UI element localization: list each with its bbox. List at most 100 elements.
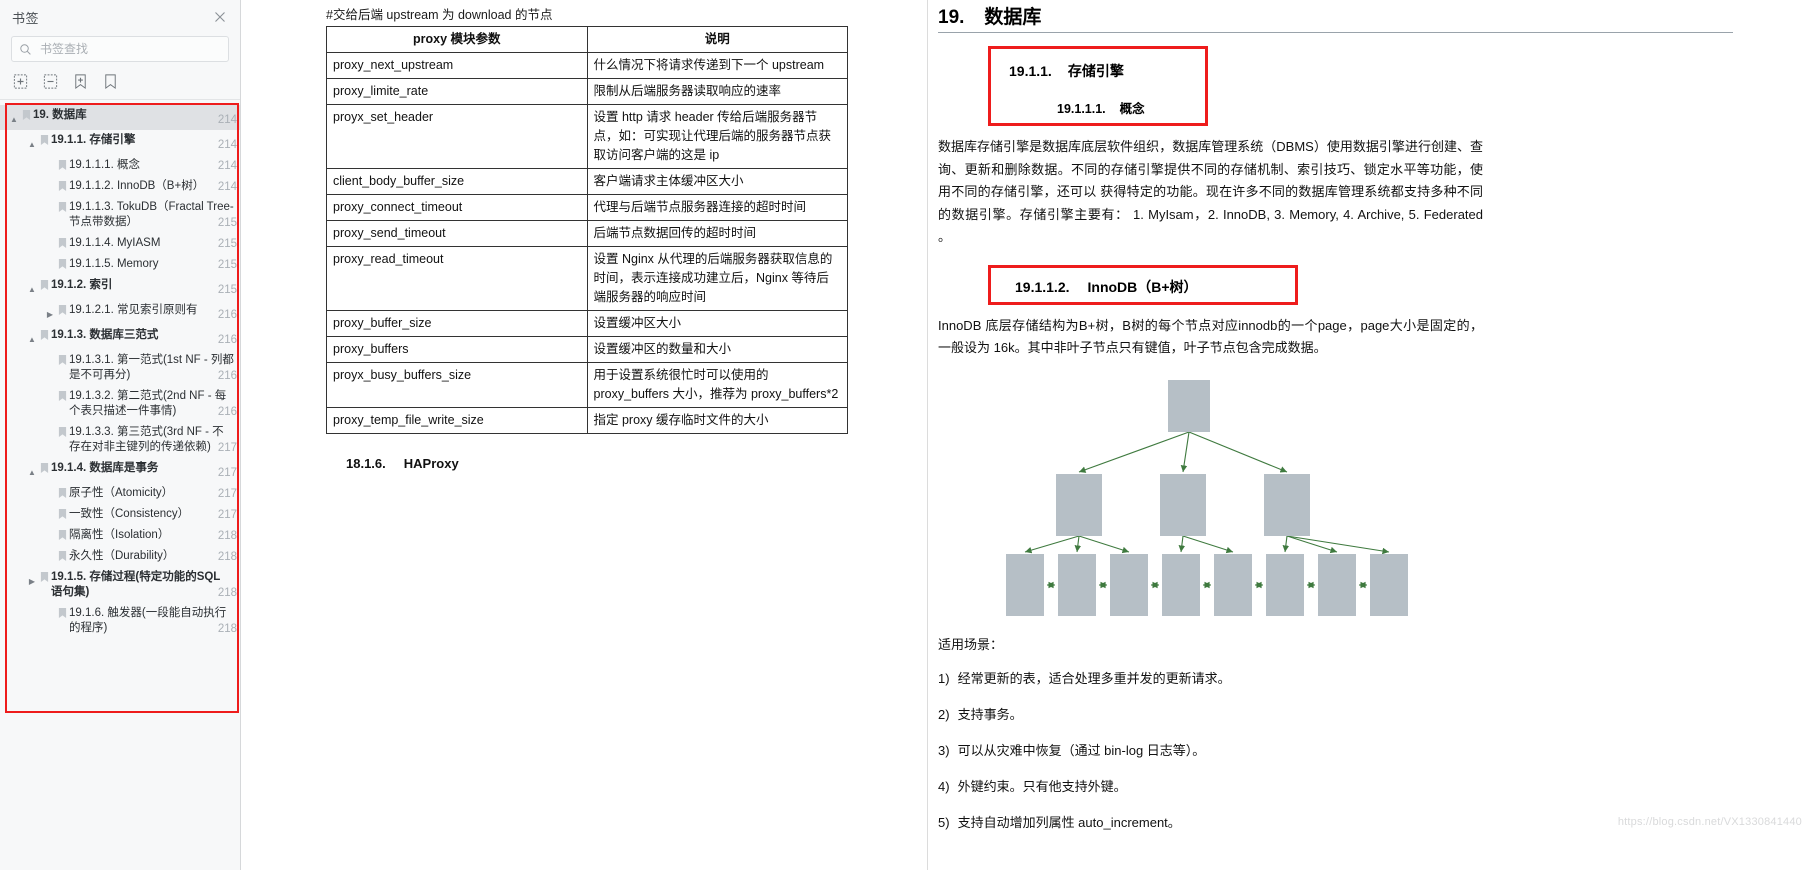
tree-twisty-icon[interactable] — [44, 425, 56, 429]
tree-twisty-icon[interactable] — [44, 158, 56, 162]
search-container — [0, 34, 240, 62]
tree-item-label: 19.1.3. 数据库三范式 — [51, 329, 159, 341]
heading-1-title: 数据库 — [984, 7, 1042, 28]
tree-item[interactable]: 19.1.1.5. Memory 215 — [0, 254, 240, 275]
list-item-text: 可以从灾难中恢复（通过 bin-log 日志等）。 — [957, 742, 1206, 758]
tree-node — [1370, 553, 1408, 616]
table-header-cell: 说明 — [586, 26, 848, 53]
bookmark-icon — [38, 133, 51, 146]
tree-twisty-icon[interactable]: ▲ — [26, 328, 38, 347]
tree-node — [1318, 553, 1356, 616]
parameter-name-cell: proyx_busy_buffers_size — [326, 362, 588, 408]
tree-item-label: 19.1.6. 触发器(一段能自动执行的程序) — [69, 607, 227, 634]
tree-item[interactable]: 19.1.1.4. MyIASM 215 — [0, 233, 240, 254]
tree-twisty-icon[interactable]: ▲ — [26, 133, 38, 152]
tree-item-page: 218 — [217, 551, 237, 563]
tree-twisty-icon[interactable] — [44, 257, 56, 261]
tree-item[interactable]: ▶ 19.1.5. 存储过程(特定功能的SQL 语句集) 218 — [0, 567, 240, 603]
tree-item[interactable]: ▲ 19. 数据库 214 — [0, 105, 240, 130]
tree-twisty-icon[interactable] — [44, 507, 56, 511]
expand-all-icon[interactable] — [12, 73, 29, 90]
tree-twisty-icon[interactable] — [44, 200, 56, 204]
bookmark-icon — [56, 257, 69, 270]
tree-twisty-icon[interactable] — [44, 606, 56, 610]
list-item: 4) 外键约束。只有他支持外键。 — [938, 777, 1750, 797]
list-item-number: 1) — [938, 670, 950, 686]
tree-twisty-icon[interactable]: ▶ — [26, 570, 38, 589]
tree-node — [1160, 473, 1206, 536]
search-input[interactable] — [38, 41, 221, 57]
tree-item[interactable]: ▲ 19.1.1. 存储引擎 214 — [0, 130, 240, 155]
tree-item[interactable]: 19.1.3.1. 第一范式(1st NF - 列都是不可再分) 216 — [0, 350, 240, 386]
tree-edge — [1024, 534, 1080, 553]
tree-item-page: 214 — [217, 114, 237, 126]
parameter-name-cell: client_body_buffer_size — [326, 168, 588, 195]
tree-item[interactable]: 19.1.6. 触发器(一段能自动执行的程序) 218 — [0, 603, 240, 639]
tree-twisty-icon[interactable]: ▶ — [44, 303, 56, 322]
tree-edge — [1188, 430, 1288, 473]
search-box[interactable] — [11, 36, 229, 62]
list-item-number: 2) — [938, 706, 950, 722]
document-page-left: #交给后端 upstream 为 download 的节点 proxy 模块参数… — [241, 0, 928, 870]
tree-item[interactable]: 19.1.1.1. 概念 214 — [0, 155, 240, 176]
heading-2-title: 存储引擎 — [1067, 63, 1124, 79]
tree-edge — [1178, 535, 1186, 552]
heading-3-number: 19.1.1.1. — [1057, 102, 1106, 116]
tree-twisty-icon[interactable]: ▲ — [26, 461, 38, 480]
tree-item[interactable]: ▶ 19.1.2.1. 常见索引原则有 216 — [0, 300, 240, 325]
tree-item[interactable]: 19.1.3.2. 第二范式(2nd NF - 每个表只描述一件事情) 216 — [0, 386, 240, 422]
tree-item[interactable]: ▲ 19.1.3. 数据库三范式 216 — [0, 325, 240, 350]
tree-item[interactable]: 一致性（Consistency） 217 — [0, 504, 240, 525]
parameter-description-cell: 代理与后端节点服务器连接的超时时间 — [586, 194, 848, 221]
bookmark-icon — [20, 108, 33, 121]
tree-edge — [1286, 534, 1390, 554]
tree-item[interactable]: 永久性（Durability） 218 — [0, 546, 240, 567]
tree-twisty-icon[interactable] — [44, 389, 56, 393]
bookmark-icon[interactable] — [102, 73, 119, 90]
tree-twisty-icon[interactable] — [44, 486, 56, 490]
tree-twisty-icon[interactable]: ▲ — [8, 108, 20, 127]
tree-node — [1110, 553, 1148, 616]
tree-item-label: 19.1.1. 存储引擎 — [51, 134, 136, 146]
tree-twisty-icon[interactable] — [44, 236, 56, 240]
bookmark-icon — [56, 236, 69, 249]
tree-edge — [1286, 534, 1338, 553]
section-number: 18.1.6. — [346, 456, 386, 471]
tree-item-page: 217 — [217, 442, 237, 454]
heading-2-number: 19.1.1. — [1009, 63, 1052, 79]
tree-twisty-icon[interactable] — [44, 528, 56, 532]
tree-item[interactable]: 19.1.3.3. 第三范式(3rd NF - 不存在对非主键列的传递依赖) 21… — [0, 422, 240, 458]
table-row: proyx_busy_buffers_size 用于设置系统很忙时可以使用的 pr… — [326, 362, 848, 408]
tree-item-label: 19.1.1.1. 概念 — [69, 159, 140, 171]
tree-item-label: 19.1.4. 数据库是事务 — [51, 462, 159, 474]
tree-twisty-icon[interactable] — [44, 353, 56, 357]
bookmark-icon — [38, 328, 51, 341]
tree-item[interactable]: 19.1.1.3. TokuDB（Fractal Tree-节点带数据） 215 — [0, 197, 240, 233]
tree-item-label: 永久性（Durability） — [69, 550, 175, 562]
tree-item[interactable]: 隔离性（Isolation） 218 — [0, 525, 240, 546]
add-bookmark-icon[interactable] — [72, 73, 89, 90]
close-icon[interactable] — [212, 9, 228, 25]
tree-item[interactable]: ▲ 19.1.2. 索引 215 — [0, 275, 240, 300]
list-heading: 适用场景： — [938, 636, 1004, 652]
list-item-text: 经常更新的表，适合处理多重并发的更新请求。 — [957, 670, 1231, 686]
table-row: proxy_limite_rate 限制从后端服务器读取响应的速率 — [326, 78, 848, 105]
tree-item[interactable]: ▲ 19.1.4. 数据库是事务 217 — [0, 458, 240, 483]
tree-node — [1266, 553, 1304, 616]
tree-twisty-icon[interactable]: ▲ — [26, 278, 38, 297]
tree-item-page: 217 — [217, 509, 237, 521]
tree-twisty-icon[interactable] — [44, 179, 56, 183]
tree-node — [1168, 379, 1210, 432]
tree-item[interactable]: 原子性（Atomicity） 217 — [0, 483, 240, 504]
tree-edge — [1078, 430, 1190, 473]
tree-item-label: 19.1.1.3. TokuDB（Fractal Tree-节点带数据） — [69, 201, 234, 228]
bookmark-icon — [56, 179, 69, 192]
heading-3: 19.1.1.1. 概念 — [1057, 98, 1145, 117]
parameter-name-cell: proxy_temp_file_write_size — [326, 407, 588, 434]
tree-twisty-icon[interactable] — [44, 549, 56, 553]
collapse-all-icon[interactable] — [42, 73, 59, 90]
bookmark-icon — [38, 278, 51, 291]
table-row: proxy_read_timeout 设置 Nginx 从代理的后端服务器获取信息… — [326, 246, 848, 311]
sidebar-header: 书签 — [0, 0, 240, 34]
tree-item[interactable]: 19.1.1.2. InnoDB（B+树） 214 — [0, 176, 240, 197]
